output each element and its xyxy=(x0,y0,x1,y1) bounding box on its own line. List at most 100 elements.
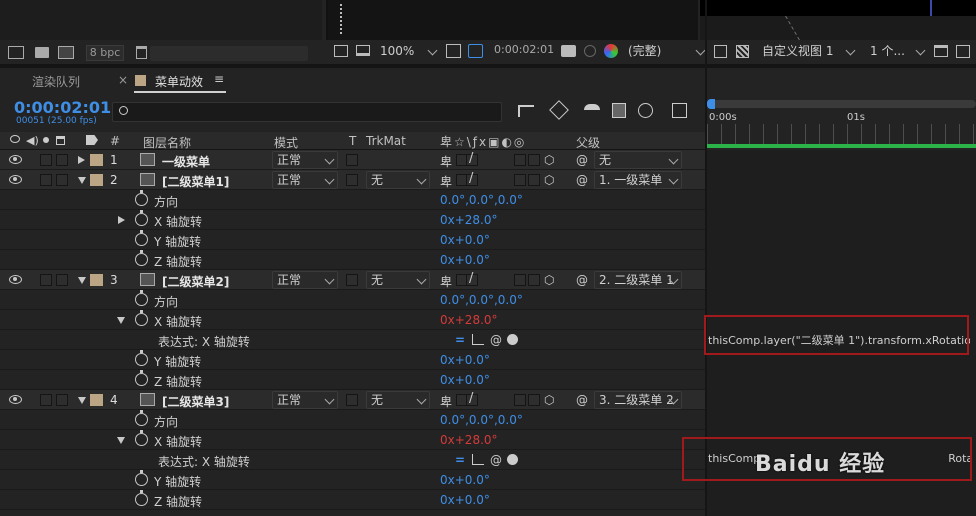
stopwatch-icon[interactable] xyxy=(135,290,148,306)
expression-language-menu-icon[interactable] xyxy=(507,454,518,465)
layer-label-color[interactable] xyxy=(90,274,103,286)
stopwatch-icon[interactable] xyxy=(135,210,148,226)
channel-icon[interactable] xyxy=(604,44,618,58)
property-value[interactable]: 0.0°,0.0°,0.0° xyxy=(440,413,523,427)
expand-layer-icon[interactable] xyxy=(78,397,86,404)
layer-search-input[interactable] xyxy=(112,102,502,122)
parent-select[interactable]: 无 xyxy=(594,151,682,169)
trkmat-select[interactable]: 无 xyxy=(366,391,430,409)
audio-switch[interactable] xyxy=(40,174,52,186)
trkmat-select[interactable]: 无 xyxy=(366,171,430,189)
bit-depth-button[interactable]: 8 bpc xyxy=(86,45,124,61)
parent-pickwhip-icon[interactable]: @ xyxy=(576,393,588,407)
tab-menu-icon[interactable]: ≡ xyxy=(214,72,224,86)
col-layer-name[interactable]: 图层名称 xyxy=(143,134,191,151)
quality-slash-icon[interactable]: / xyxy=(469,271,473,286)
solo-switch[interactable] xyxy=(56,274,68,286)
parent-pickwhip-icon[interactable]: @ xyxy=(576,173,588,187)
layer-name[interactable]: [二级菜单3] xyxy=(162,393,229,410)
stopwatch-icon[interactable] xyxy=(135,410,148,426)
layer-mode-select[interactable]: 正常 xyxy=(272,171,338,189)
motion-blur-icon[interactable] xyxy=(638,103,653,118)
lock-header-icon[interactable] xyxy=(56,136,65,145)
property-value[interactable]: 0x+0.0° xyxy=(440,473,490,487)
expand-layer-icon[interactable] xyxy=(78,277,86,284)
stopwatch-icon[interactable] xyxy=(135,470,148,486)
property-value[interactable]: 0x+28.0° xyxy=(440,433,498,447)
stopwatch-icon[interactable] xyxy=(135,250,148,266)
motion-blur-switch[interactable] xyxy=(514,154,526,166)
motion-blur-switch[interactable] xyxy=(514,394,526,406)
solo-switch[interactable] xyxy=(56,394,68,406)
preserve-transparency-switch[interactable] xyxy=(346,274,358,286)
solo-header-icon[interactable] xyxy=(43,137,49,143)
expression-language-menu-icon[interactable] xyxy=(507,334,518,345)
resolution-select[interactable]: (完整) xyxy=(624,43,708,61)
fit-icon[interactable] xyxy=(446,44,461,58)
view-count-select[interactable]: 1 个... xyxy=(866,43,928,61)
property-value[interactable]: 0.0°,0.0°,0.0° xyxy=(440,193,523,207)
visibility-eye-icon[interactable] xyxy=(9,395,22,404)
property-value[interactable]: 0x+0.0° xyxy=(440,353,490,367)
audio-switch[interactable] xyxy=(40,394,52,406)
stopwatch-icon[interactable] xyxy=(135,490,148,506)
shy-switch-icon[interactable]: 卑 xyxy=(440,153,452,170)
stopwatch-icon[interactable] xyxy=(135,430,148,446)
tab-menu-animation[interactable]: 菜单动效 xyxy=(155,73,203,90)
property-value[interactable]: 0.0°,0.0°,0.0° xyxy=(440,293,523,307)
expand-layer-icon[interactable] xyxy=(78,177,86,184)
viewer-timecode[interactable]: 0:00:02:01 xyxy=(494,43,554,56)
visibility-eye-icon[interactable] xyxy=(9,175,22,184)
stopwatch-icon[interactable] xyxy=(135,370,148,386)
layer-name[interactable]: [二级菜单1] xyxy=(162,173,229,190)
motion-blur-switch[interactable] xyxy=(514,174,526,186)
3d-layer-cube-icon[interactable]: ⬡ xyxy=(544,393,554,407)
collapse-property-icon[interactable] xyxy=(117,317,125,324)
trkmat-select[interactable]: 无 xyxy=(366,271,430,289)
motion-blur-switch[interactable] xyxy=(514,274,526,286)
visibility-eye-icon[interactable] xyxy=(9,275,22,284)
adjustment-switch[interactable] xyxy=(528,274,540,286)
trash-icon[interactable] xyxy=(136,46,147,59)
layer-row[interactable]: 2 [二级菜单1] 正常 无 卑 / ⬡ @1. 一级菜单 xyxy=(0,170,705,190)
shy-switch-icon[interactable]: 卑 xyxy=(440,173,452,190)
layer-row[interactable]: 1 一级菜单 正常 卑 / ⬡ @ 无 xyxy=(0,150,705,170)
stopwatch-icon[interactable] xyxy=(135,190,148,206)
preserve-transparency-switch[interactable] xyxy=(346,394,358,406)
stopwatch-icon[interactable] xyxy=(135,230,148,246)
parent-pickwhip-icon[interactable]: @ xyxy=(576,273,588,287)
expand-layer-icon[interactable] xyxy=(78,156,85,164)
layer-mode-select[interactable]: 正常 xyxy=(272,151,338,169)
audio-header-icon[interactable]: ◀) xyxy=(26,134,39,147)
stopwatch-icon[interactable] xyxy=(135,310,148,326)
fast-preview-icon[interactable] xyxy=(714,45,727,58)
visibility-eye-icon[interactable] xyxy=(9,155,22,164)
property-value[interactable]: 0x+0.0° xyxy=(440,493,490,507)
quality-slash-icon[interactable]: / xyxy=(469,171,473,186)
layer-mode-select[interactable]: 正常 xyxy=(272,271,338,289)
draft-3d-icon[interactable] xyxy=(549,100,569,120)
work-area-bar[interactable] xyxy=(707,99,976,109)
expression-graph-icon[interactable] xyxy=(472,334,484,345)
new-folder-icon[interactable] xyxy=(35,47,49,58)
expression-enable-icon[interactable]: = xyxy=(455,333,465,347)
quality-slash-icon[interactable]: / xyxy=(469,151,473,166)
video-switch-header-icon[interactable] xyxy=(10,135,20,143)
adjustment-switch[interactable] xyxy=(528,394,540,406)
reset-exposure-icon[interactable] xyxy=(956,45,970,58)
tab-render-queue[interactable]: 渲染队列 xyxy=(32,73,80,90)
adjustment-switch[interactable] xyxy=(528,154,540,166)
property-value[interactable]: 0x+0.0° xyxy=(440,253,490,267)
adjustment-switch[interactable] xyxy=(528,174,540,186)
property-value[interactable]: 0x+28.0° xyxy=(440,213,498,227)
shy-switch-icon[interactable]: 卑 xyxy=(440,273,452,290)
current-time-display[interactable]: 0:00:02:01 xyxy=(14,98,111,117)
always-preview-icon[interactable] xyxy=(334,45,348,57)
solo-switch[interactable] xyxy=(56,154,68,166)
shy-switch-icon[interactable]: 卑 xyxy=(440,393,452,410)
parent-select[interactable]: 2. 二级菜单 1 xyxy=(594,271,682,289)
layer-label-color[interactable] xyxy=(90,394,103,406)
show-snapshot-icon[interactable] xyxy=(584,45,596,57)
layer-row[interactable]: 3 [二级菜单2] 正常 无 卑 / ⬡ @2. 二级菜单 1 xyxy=(0,270,705,290)
quality-slash-icon[interactable]: / xyxy=(469,391,473,406)
